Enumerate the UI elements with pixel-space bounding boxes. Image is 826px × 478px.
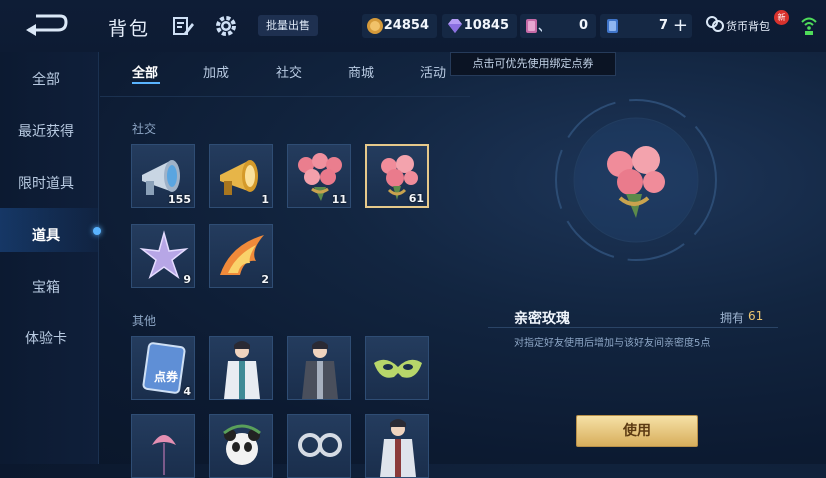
category-sidebar (0, 52, 99, 464)
edit-icon[interactable] (172, 15, 194, 37)
item-flame-firework[interactable]: 2 (209, 224, 273, 288)
sidebar-item-all[interactable]: 全部 (0, 69, 92, 89)
sidebar-item-chests[interactable]: 宝箱 (0, 277, 92, 297)
item-count: 4 (183, 385, 191, 398)
item-hero-dark-robe[interactable] (287, 336, 351, 400)
gold-coin-counter: 24854 (362, 14, 437, 38)
hero-skin-icon (224, 341, 260, 399)
voucher-card-icon (607, 19, 618, 33)
item-count: 2 (261, 273, 269, 286)
item-intimate-rose[interactable]: 61 (365, 144, 429, 208)
diamond-counter: 10845 (442, 14, 517, 38)
gold-coin-value: 24854 (383, 18, 429, 33)
tab-active-indicator (132, 82, 160, 84)
wifi-signal-icon (800, 14, 818, 36)
tab-mall[interactable]: 商城 (348, 62, 374, 81)
sidebar-item-trial-cards[interactable]: 体验卡 (0, 328, 92, 348)
page-title: 背包 (108, 18, 151, 40)
gold-coin-icon (367, 18, 383, 34)
recharge-plus-button[interactable]: + (673, 15, 688, 36)
selected-item-rose-icon (596, 138, 678, 222)
tab-boost[interactable]: 加成 (203, 62, 229, 81)
voucher-tooltip: 点击可优先使用绑定点券 (450, 52, 616, 76)
item-green-mask[interactable] (365, 336, 429, 400)
diamond-icon (448, 19, 462, 33)
item-hero-scholar[interactable] (365, 414, 429, 478)
panda-icon (223, 424, 261, 465)
wallet-icon[interactable] (706, 14, 724, 34)
item-count: 61 (408, 192, 424, 205)
hero-skin-icon (302, 341, 338, 399)
use-button[interactable]: 使用 (576, 415, 698, 447)
tab-event[interactable]: 活动 (420, 62, 446, 81)
batch-sell-button[interactable]: 批量出售 (258, 15, 318, 36)
selected-item-name: 亲密玫瑰 (514, 311, 570, 327)
mask-icon (374, 359, 422, 378)
currency-bag-button[interactable]: 货币背包 (726, 18, 770, 34)
item-panda-doll[interactable] (209, 414, 273, 478)
goggles-icon (298, 433, 342, 457)
bound-voucher-icon (526, 19, 542, 33)
owned-count: 61 (748, 309, 764, 323)
item-gold-megaphone[interactable]: 1 (209, 144, 273, 208)
item-voucher-card[interactable]: 点券 4 (131, 336, 195, 400)
item-silver-goggles[interactable] (287, 414, 351, 478)
item-count: 1 (261, 193, 269, 206)
hero-skin-icon (380, 419, 416, 477)
sidebar-item-limited[interactable]: 限时道具 (0, 173, 92, 193)
diamond-value: 10845 (463, 18, 509, 33)
owned-label: 拥有 (720, 311, 745, 325)
sidebar-item-props[interactable]: 道具 (0, 225, 92, 245)
gear-icon[interactable] (214, 14, 238, 38)
back-arrow-icon[interactable] (22, 10, 70, 38)
section-label-other: 其他 (132, 314, 157, 328)
bound-voucher-counter[interactable]: 0 (520, 14, 596, 38)
section-label-social: 社交 (132, 122, 157, 136)
selected-item-description: 对指定好友使用后增加与该好友间亲密度5点 (514, 338, 711, 349)
item-pink-flower[interactable] (131, 414, 195, 478)
voucher-card-text: 点券 (154, 369, 179, 384)
sidebar-item-recent[interactable]: 最近获得 (0, 121, 92, 141)
voucher-value: 7 (658, 18, 668, 33)
item-silver-megaphone[interactable]: 155 (131, 144, 195, 208)
item-count: 11 (331, 193, 347, 206)
item-rose-bouquet-large[interactable]: 11 (287, 144, 351, 208)
tab-divider (100, 96, 470, 97)
tab-all[interactable]: 全部 (132, 62, 158, 81)
item-star-crystal[interactable]: 9 (131, 224, 195, 288)
tab-social[interactable]: 社交 (276, 62, 302, 81)
new-badge: 新 (774, 10, 789, 25)
detail-divider (488, 327, 778, 328)
sidebar-active-dot (93, 227, 101, 235)
voucher-counter: 7 + (600, 14, 692, 38)
item-count: 155 (168, 193, 191, 206)
bound-voucher-value: 0 (578, 18, 588, 33)
flower-icon (152, 435, 176, 475)
item-hero-white-robe[interactable] (209, 336, 273, 400)
item-count: 9 (183, 273, 191, 286)
